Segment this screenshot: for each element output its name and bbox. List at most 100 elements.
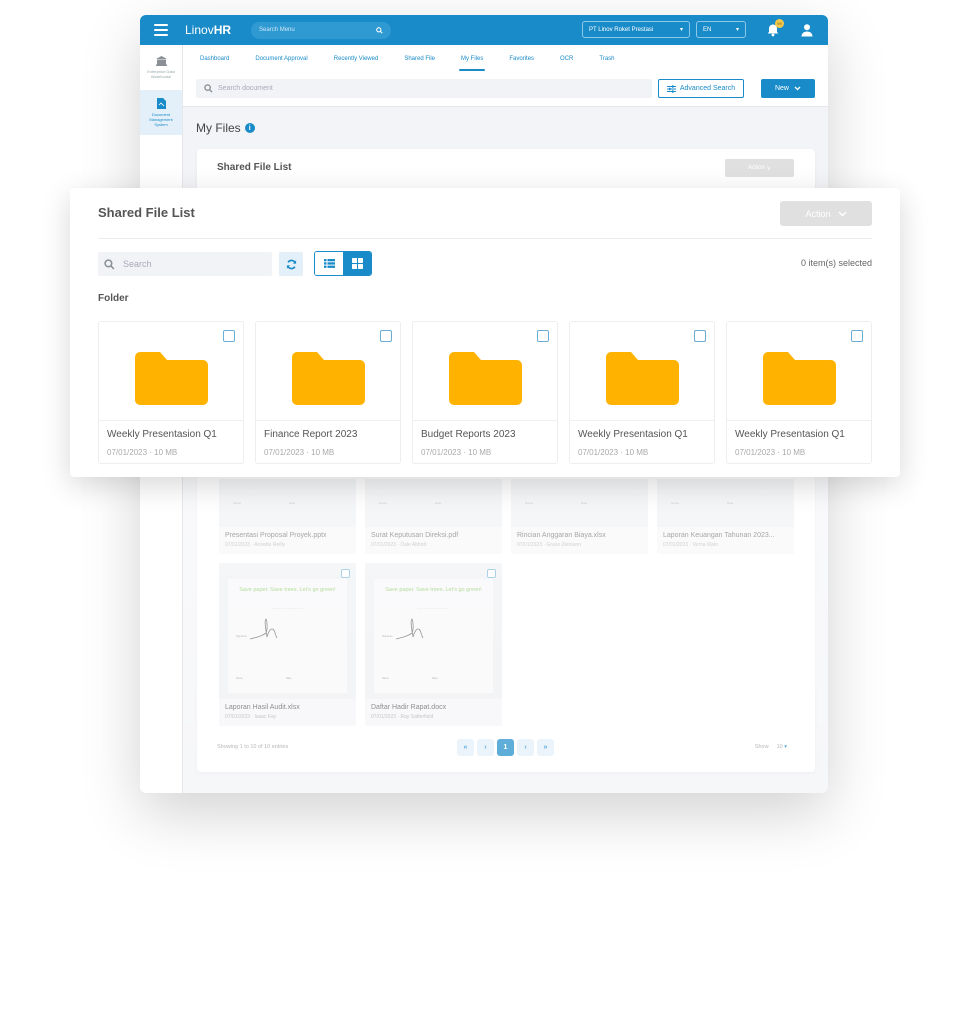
file-card[interactable]: Name Date Surat Keputusan Direksi.pdf 07/…	[365, 479, 502, 554]
document-toolbar: Search document Advanced Search New	[183, 73, 828, 107]
selection-count: 0 item(s) selected	[800, 258, 872, 268]
file-name: Laporan Hasil Audit.xlsx	[225, 704, 300, 711]
file-meta: 07/01/2023 · Dale Abbott	[371, 542, 427, 548]
pagination: Showing 1 to 10 of 10 entries « ‹ 1 › » …	[197, 739, 815, 759]
file-name: Laporan Keuangan Tahunan 2023...	[663, 532, 775, 539]
tab-dashboard[interactable]: Dashboard	[200, 45, 229, 73]
file-card[interactable]: Name Date Presentasi Proposal Proyek.pptx…	[219, 479, 356, 554]
refresh-icon	[286, 259, 296, 269]
folder-card[interactable]: Budget Reports 2023 07/01/2023 · 10 MB	[412, 321, 558, 464]
info-icon[interactable]: i	[244, 123, 255, 133]
signature-icon	[395, 618, 424, 640]
signature-icon	[249, 618, 278, 640]
advanced-search-button[interactable]: Advanced Search	[658, 79, 744, 98]
folder-icon	[763, 352, 836, 405]
folder-name: Weekly Presentasion Q1	[107, 429, 217, 440]
user-icon	[801, 23, 813, 36]
file-thumbnail: Name Date	[511, 479, 648, 527]
file-meta: 07/01/2023 · Isaac Fay	[225, 714, 277, 720]
action-button[interactable]: Action	[780, 201, 872, 226]
folder-meta: 07/01/2023 · 10 MB	[264, 448, 335, 457]
language-select[interactable]: EN ▾	[696, 21, 746, 38]
menu-search-placeholder: Search Menu	[259, 27, 295, 33]
file-card[interactable]: Save paper. Save trees. Let's go green! …	[219, 563, 356, 726]
user-profile-button[interactable]	[800, 23, 814, 37]
folder-card[interactable]: Weekly Presentasion Q1 07/01/2023 · 10 M…	[726, 321, 872, 464]
shared-file-list-panel: Shared File List Action Search 0 item(s)…	[70, 188, 900, 477]
folder-name: Budget Reports 2023	[421, 429, 516, 440]
folder-name: Weekly Presentasion Q1	[578, 429, 688, 440]
tab-recently-viewed[interactable]: Recently Viewed	[334, 45, 379, 73]
caret-down-icon: ▾	[679, 27, 683, 33]
file-card[interactable]: Name Date Rincian Anggaran Biaya.xlsx 07/…	[511, 479, 648, 554]
folder-meta: 07/01/2023 · 10 MB	[421, 448, 492, 457]
tab-ocr[interactable]: OCR	[560, 45, 573, 73]
folder-meta: 07/01/2023 · 10 MB	[578, 448, 649, 457]
hamburger-menu-icon[interactable]	[154, 24, 168, 36]
divider	[98, 238, 872, 239]
page-1-button[interactable]: 1	[497, 739, 514, 756]
search-input[interactable]: Search	[98, 252, 272, 276]
chevron-down-icon	[837, 210, 847, 217]
prev-page-button[interactable]: ‹	[477, 739, 494, 756]
file-meta: 07/01/2023 · Grace Ziemann	[517, 542, 581, 548]
grid-icon	[351, 258, 363, 269]
refresh-button[interactable]	[279, 252, 303, 276]
folder-name: Finance Report 2023	[264, 429, 358, 440]
sidebar-item-enterprise-data-warehouse[interactable]: Enterprise Data Warehouse	[140, 45, 182, 90]
folder-icon	[135, 352, 208, 405]
checkbox[interactable]	[537, 330, 549, 342]
checkbox[interactable]	[487, 569, 496, 578]
top-bar: LinovHR Search Menu PT Linov Roket Prest…	[140, 15, 828, 45]
menu-search-input[interactable]: Search Menu	[251, 21, 392, 39]
file-card[interactable]: Save paper. Save trees. Let's go green! …	[365, 563, 502, 726]
last-page-button[interactable]: »	[537, 739, 554, 756]
folder-card[interactable]: Weekly Presentasion Q1 07/01/2023 · 10 M…	[98, 321, 244, 464]
new-button[interactable]: New	[761, 79, 815, 98]
tab-document-approval[interactable]: Document Approval	[255, 45, 307, 73]
card-title: Shared File List	[217, 162, 292, 173]
notification-button[interactable]: 99	[766, 18, 784, 37]
checkbox[interactable]	[223, 330, 235, 342]
file-name: Surat Keputusan Direksi.pdf	[371, 532, 459, 539]
action-button[interactable]: Action ∨	[725, 159, 794, 177]
tab-shared-file[interactable]: Shared File	[404, 45, 435, 73]
document-icon	[156, 98, 166, 109]
file-thumbnail: Name Date	[657, 479, 794, 527]
file-meta: 07/01/2023 · Ray Satterfield	[371, 714, 434, 720]
document-search-input[interactable]: Search document	[196, 79, 652, 98]
file-thumbnail: Save paper. Save trees. Let's go green! …	[219, 563, 356, 699]
next-page-button[interactable]: ›	[517, 739, 534, 756]
tab-favorites[interactable]: Favorites	[509, 45, 534, 73]
list-view-button[interactable]	[315, 252, 343, 275]
checkbox[interactable]	[341, 569, 350, 578]
file-thumbnail: Name Date	[365, 479, 502, 527]
folder-section-label: Folder	[98, 293, 129, 304]
file-card[interactable]: Name Date Laporan Keuangan Tahunan 2023..…	[657, 479, 794, 554]
caret-down-icon: ▾	[735, 27, 739, 33]
grid-view-button[interactable]	[343, 252, 371, 275]
checkbox[interactable]	[851, 330, 863, 342]
sliders-icon	[666, 84, 676, 93]
file-thumbnail: Save paper. Save trees. Let's go green! …	[365, 563, 502, 699]
page-size-select[interactable]: 10 ▾	[777, 744, 787, 750]
page-title: My Files i	[196, 121, 255, 135]
notification-badge: 99	[775, 18, 784, 28]
folder-icon	[292, 352, 365, 405]
folder-meta: 07/01/2023 · 10 MB	[735, 448, 806, 457]
list-icon	[323, 259, 335, 268]
chevron-down-icon	[794, 86, 801, 91]
first-page-button[interactable]: «	[457, 739, 474, 756]
file-thumbnail: Name Date	[219, 479, 356, 527]
checkbox[interactable]	[380, 330, 392, 342]
folder-card[interactable]: Weekly Presentasion Q1 07/01/2023 · 10 M…	[569, 321, 715, 464]
company-select[interactable]: PT Linov Roket Prestasi ▾	[582, 21, 690, 38]
folder-card[interactable]: Finance Report 2023 07/01/2023 · 10 MB	[255, 321, 401, 464]
file-meta: 07/01/2023 · Annette Reilly	[225, 542, 286, 548]
sidebar-item-document-management-system[interactable]: Document Management System	[140, 90, 182, 135]
tab-bar: Dashboard Document Approval Recently Vie…	[183, 45, 828, 73]
folder-icon	[449, 352, 522, 405]
tab-trash[interactable]: Trash	[599, 45, 614, 73]
tab-my-files[interactable]: My Files	[458, 45, 486, 73]
checkbox[interactable]	[694, 330, 706, 342]
